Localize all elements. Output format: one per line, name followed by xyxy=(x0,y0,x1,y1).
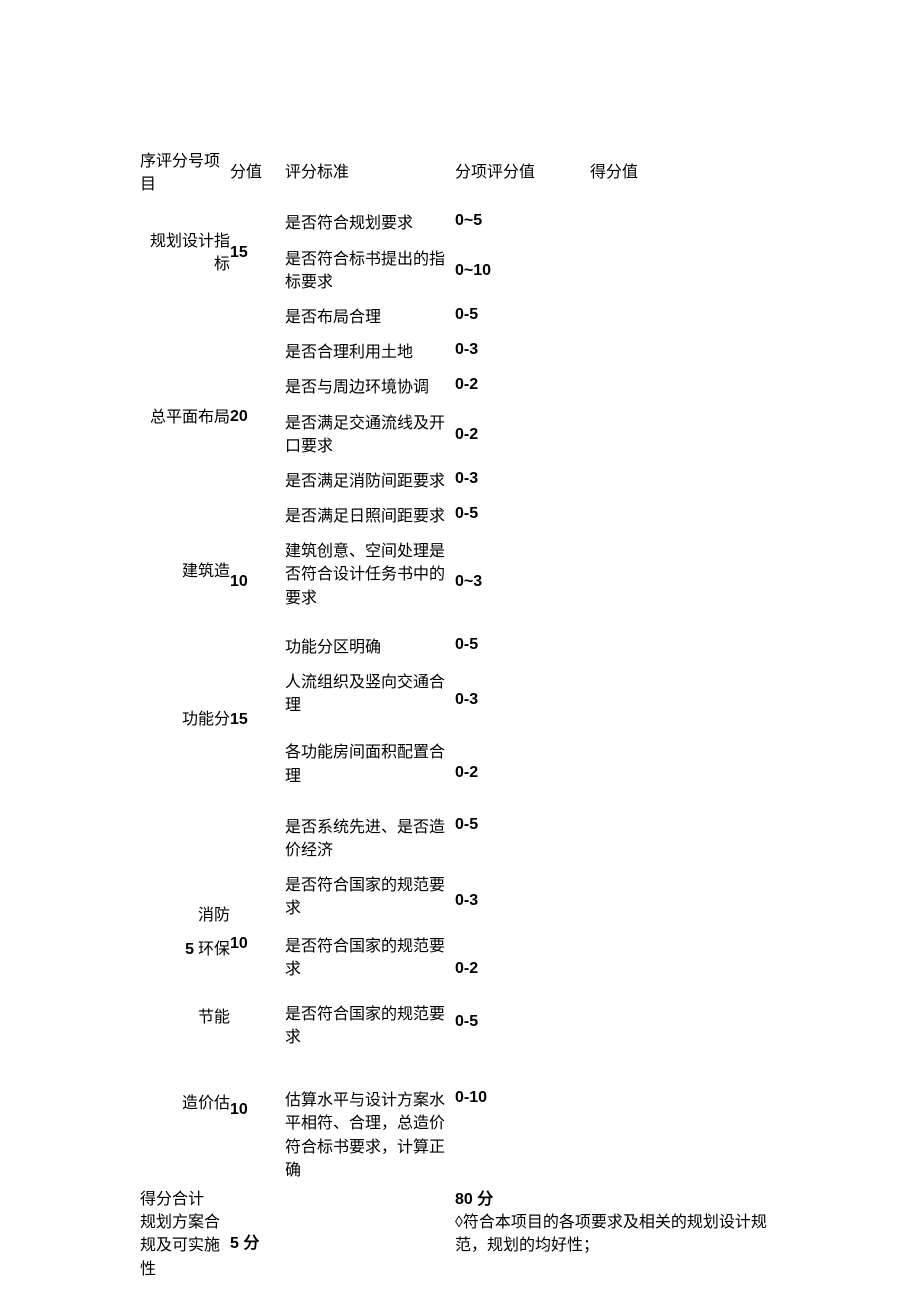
criteria-text: 人流组织及竖向交通合理 xyxy=(285,665,455,735)
category-score: 10 xyxy=(230,1089,285,1188)
subscore: 0-3 xyxy=(455,464,590,499)
subscore: 0~5 xyxy=(455,206,590,241)
category-label: 规划设计指标 xyxy=(140,206,230,300)
category-label: 5环保 xyxy=(140,935,230,1003)
plan-score: 5 分 xyxy=(230,1211,285,1281)
criteria-text: 是否满足消防间距要求 xyxy=(285,464,455,499)
subscore: 0-5 xyxy=(455,1003,590,1089)
subscore: 0-5 xyxy=(455,630,590,665)
criteria-text: 是否满足日照间距要求 xyxy=(285,499,455,534)
criteria-text: 是否系统先进、是否造价经济 xyxy=(285,810,455,868)
header-category: 序评分号项目 xyxy=(140,150,230,206)
category-label: 总平面布局 xyxy=(140,300,230,534)
table-header-row: 序评分号项目 分值 评分标准 分项评分值 得分值 xyxy=(140,150,780,206)
total-value-text: 80 分 xyxy=(455,1191,493,1208)
total-value: 80 分 xyxy=(455,1188,780,1211)
plan-desc: ◊符合本项目的各项要求及相关的规划设计规范，规划的均好性； xyxy=(455,1211,780,1281)
subscore: 0-5 xyxy=(455,810,590,868)
category-label: 功能分 xyxy=(140,630,230,810)
table-row: 功能分 15 功能分区明确 0-5 xyxy=(140,630,780,665)
criteria-text: 是否符合国家的规范要求 xyxy=(285,1003,455,1089)
document-page: 序评分号项目 分值 评分标准 分项评分值 得分值 规划设计指标 15 是否符合规… xyxy=(0,0,920,1281)
category-label: 造价估 xyxy=(140,1089,230,1188)
category-label: 消防 xyxy=(140,810,230,935)
plan-label: 规划方案合规及可实施性 xyxy=(140,1211,230,1281)
criteria-text: 估算水平与设计方案水平相符、合理，总造价符合标书要求，计算正确 xyxy=(285,1089,455,1188)
subscore: 0-3 xyxy=(455,665,590,735)
category-label: 节能 xyxy=(140,1003,230,1089)
category-score: 10 xyxy=(230,935,285,1003)
criteria-text: 是否合理利用土地 xyxy=(285,335,455,370)
category-score: 20 xyxy=(230,300,285,534)
total-label: 得分合计 xyxy=(140,1188,455,1211)
subscore: 0-2 xyxy=(455,406,590,464)
header-got: 得分值 xyxy=(590,150,780,206)
subscore: 0~3 xyxy=(455,534,590,630)
criteria-text: 是否布局合理 xyxy=(285,300,455,335)
scoring-table: 序评分号项目 分值 评分标准 分项评分值 得分值 规划设计指标 15 是否符合规… xyxy=(140,150,780,1281)
subscore: 0-3 xyxy=(455,335,590,370)
category-score: 15 xyxy=(230,630,285,810)
table-row: 消防 是否系统先进、是否造价经济 0-5 xyxy=(140,810,780,868)
total-row: 得分合计 80 分 xyxy=(140,1188,780,1211)
criteria-text: 是否满足交通流线及开口要求 xyxy=(285,406,455,464)
subscore: 0-3 xyxy=(455,868,590,934)
plan-row: 规划方案合规及可实施性 5 分 ◊符合本项目的各项要求及相关的规划设计规范，规划… xyxy=(140,1211,780,1281)
subscore: 0~10 xyxy=(455,242,590,300)
table-row: 5环保 10 是否符合国家的规范要求 0-2 xyxy=(140,935,780,1003)
criteria-text: 是否符合规划要求 xyxy=(285,206,455,241)
header-score: 分值 xyxy=(230,150,285,206)
criteria-text: 是否符合国家的规范要求 xyxy=(285,868,455,934)
criteria-text: 是否符合国家的规范要求 xyxy=(285,935,455,1003)
table-row: 建筑造 10 建筑创意、空间处理是否符合设计任务书中的要求 0~3 xyxy=(140,534,780,630)
header-subscore: 分项评分值 xyxy=(455,150,590,206)
header-criteria: 评分标准 xyxy=(285,150,455,206)
criteria-text: 是否符合标书提出的指标要求 xyxy=(285,242,455,300)
category-label: 建筑造 xyxy=(140,534,230,630)
category-text: 环保 xyxy=(198,941,230,958)
table-row: 造价估 10 估算水平与设计方案水平相符、合理，总造价符合标书要求，计算正确 0… xyxy=(140,1089,780,1188)
criteria-text: 建筑创意、空间处理是否符合设计任务书中的要求 xyxy=(285,534,455,630)
subscore: 0-2 xyxy=(455,370,590,405)
category-score: 10 xyxy=(230,534,285,630)
subscore: 0-2 xyxy=(455,735,590,809)
subscore: 0-5 xyxy=(455,300,590,335)
table-row: 节能 是否符合国家的规范要求 0-5 xyxy=(140,1003,780,1089)
row-index: 5 xyxy=(185,941,194,958)
category-score: 15 xyxy=(230,206,285,300)
table-row: 总平面布局 20 是否布局合理 0-5 xyxy=(140,300,780,335)
criteria-text: 功能分区明确 xyxy=(285,630,455,665)
criteria-text: 是否与周边环境协调 xyxy=(285,370,455,405)
criteria-text: 各功能房间面积配置合理 xyxy=(285,735,455,809)
subscore: 0-2 xyxy=(455,935,590,1003)
table-row: 规划设计指标 15 是否符合规划要求 0~5 xyxy=(140,206,780,241)
subscore: 0-10 xyxy=(455,1089,590,1188)
subscore: 0-5 xyxy=(455,499,590,534)
